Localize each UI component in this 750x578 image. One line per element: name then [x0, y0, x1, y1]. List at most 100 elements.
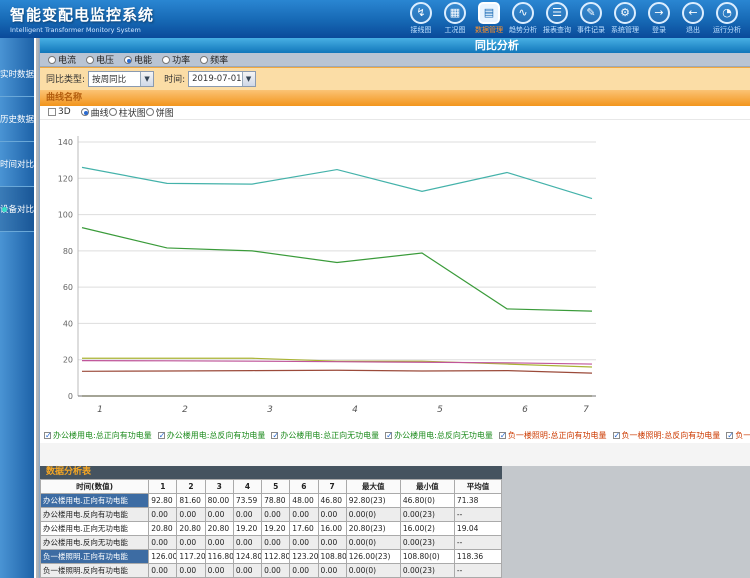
side-tab[interactable]: 设备对比	[0, 187, 34, 232]
table-row[interactable]: 办公楼用电.反向无功电能0.000.000.000.000.000.000.00…	[41, 536, 502, 550]
legend-label: 负一楼照明:总正向有功电量	[508, 430, 607, 441]
table-row[interactable]: 办公楼用电.正向无功电能20.8020.8020.8019.2019.2017.…	[41, 522, 502, 536]
table-cell: 19.20	[233, 522, 261, 536]
table-row[interactable]: 办公楼用电.反向有功电能0.000.000.000.000.000.000.00…	[41, 508, 502, 522]
table-row-label[interactable]: 负一楼照明.正向有功电能	[41, 550, 149, 564]
y-tick-label: 40	[63, 320, 73, 329]
nav-item-data-manage[interactable]: ▤数据管理	[472, 2, 506, 35]
analysis-panel: 同比分析 电流电压电能功率频率 同比类型: 按周同比 ▼ 时间: 2019-07…	[39, 38, 750, 578]
measure-option[interactable]: 电流	[48, 53, 76, 66]
chart-type-option[interactable]: 曲线	[81, 106, 109, 119]
table-row-label[interactable]: 办公楼用电.反向无功电能	[41, 536, 149, 550]
table-cell: 80.00	[205, 494, 233, 508]
legend-checkbox[interactable]	[499, 432, 506, 439]
table-header-cell: 时间(数值)	[41, 480, 149, 494]
3d-checkbox[interactable]: 3D	[48, 107, 71, 117]
table-row-label[interactable]: 办公楼用电.正向有功电能	[41, 494, 149, 508]
legend-checkbox[interactable]	[726, 432, 733, 439]
chart-type-option[interactable]: 柱状图	[109, 106, 146, 119]
x-tick-label: 1	[97, 405, 103, 415]
table-cell: 20.80(23)	[346, 522, 400, 536]
table-row[interactable]: 办公楼用电.正向有功电能92.8081.6080.0073.5978.8048.…	[41, 494, 502, 508]
legend-item[interactable]: 办公楼用电:总反向有功电量	[158, 430, 266, 441]
measure-option[interactable]: 频率	[200, 53, 228, 66]
system-manage-icon: ⚙	[614, 2, 636, 24]
top-nav: ↯接线图▦工况图▤数据管理∿趋势分析☰报表查询✎事件记录⚙系统管理→登录←退出◔…	[404, 0, 750, 38]
series-line	[82, 370, 592, 373]
table-cell: 118.36	[454, 550, 501, 564]
legend-checkbox[interactable]	[385, 432, 392, 439]
legend-checkbox[interactable]	[271, 432, 278, 439]
table-cell: 117.20	[177, 550, 205, 564]
run-analysis-icon: ◔	[716, 2, 738, 24]
measure-option[interactable]: 电能	[124, 53, 152, 66]
3d-checkbox-label: 3D	[58, 107, 71, 117]
legend-label: 办公楼用电:总反向有功电量	[167, 430, 266, 441]
chart-controls-row: 3D 曲线柱状图饼图	[40, 106, 750, 121]
data-analysis-table: 时间(数值)1234567最大值最小值平均值办公楼用电.正向有功电能92.808…	[40, 479, 502, 578]
nav-item-system-manage[interactable]: ⚙系统管理	[608, 2, 642, 35]
report-query-icon: ☰	[546, 2, 568, 24]
nav-item-status-diagram[interactable]: ▦工况图	[438, 2, 472, 35]
table-cell: 0.00	[262, 536, 290, 550]
chart-legend: 办公楼用电:总正向有功电量 办公楼用电:总反向有功电量办公楼用电:总正向无功电量办…	[40, 428, 750, 443]
legend-item[interactable]: 负一楼照明:总正向有功电量	[499, 430, 607, 441]
nav-item-report-query[interactable]: ☰报表查询	[540, 2, 574, 35]
measure-option-radio	[48, 56, 56, 64]
y-tick-label: 100	[58, 211, 73, 220]
measure-option[interactable]: 功率	[162, 53, 190, 66]
x-tick-label: 7	[583, 405, 589, 415]
table-cell: 0.00	[318, 508, 346, 522]
chart-type-option-label: 饼图	[156, 106, 174, 119]
nav-item-login[interactable]: →登录	[642, 2, 676, 35]
table-row-label[interactable]: 办公楼用电.正向无功电能	[41, 522, 149, 536]
panel-title: 同比分析	[40, 38, 750, 53]
table-cell: 0.00(0)	[346, 508, 400, 522]
table-cell: 0.00(0)	[346, 536, 400, 550]
chart-type-option-label: 柱状图	[119, 106, 146, 119]
legend-item[interactable]: 办公楼用电:总反向无功电量	[385, 430, 493, 441]
series-line	[82, 168, 592, 199]
table-cell: 20.80	[149, 522, 177, 536]
measure-option[interactable]: 电压	[86, 53, 114, 66]
side-tab[interactable]: 实时数据	[0, 52, 34, 97]
nav-item-wiring-diagram[interactable]: ↯接线图	[404, 2, 438, 35]
nav-item-label: 运行分析	[713, 25, 741, 35]
legend-checkbox[interactable]	[158, 432, 165, 439]
table-cell: 48.00	[290, 494, 318, 508]
time-select[interactable]: 2019-07-01 ▼	[188, 71, 255, 87]
side-tab[interactable]: 时间对比	[0, 142, 34, 187]
table-row[interactable]: 负一楼照明.正向有功电能126.00117.20116.80124.80112.…	[41, 550, 502, 564]
table-header-cell: 5	[262, 480, 290, 494]
nav-item-event-record[interactable]: ✎事件记录	[574, 2, 608, 35]
side-tab[interactable]: 历史数据	[0, 97, 34, 142]
table-header-cell: 3	[205, 480, 233, 494]
table-cell: 16.00	[318, 522, 346, 536]
legend-checkbox[interactable]	[613, 432, 620, 439]
nav-item-trend-analysis[interactable]: ∿趋势分析	[506, 2, 540, 35]
chart-type-option[interactable]: 饼图	[146, 106, 174, 119]
legend-item[interactable]: 办公楼用电:总正向有功电量	[44, 430, 152, 441]
nav-item-logout[interactable]: ←退出	[676, 2, 710, 35]
table-cell: 0.00	[233, 564, 261, 578]
nav-item-label: 事件记录	[577, 25, 605, 35]
table-row-label[interactable]: 办公楼用电.反向有功电能	[41, 508, 149, 522]
table-header-cell: 2	[177, 480, 205, 494]
nav-item-run-analysis[interactable]: ◔运行分析	[710, 2, 744, 35]
trend-analysis-icon: ∿	[512, 2, 534, 24]
table-row[interactable]: 负一楼照明.反向有功电能0.000.000.000.000.000.000.00…	[41, 564, 502, 578]
legend-item[interactable]: 办公楼用电:总正向无功电量	[271, 430, 379, 441]
table-section-header: 数据分析表	[40, 466, 502, 479]
time-value: 2019-07-01	[192, 74, 241, 84]
legend-checkbox[interactable]	[44, 432, 51, 439]
table-cell: 19.04	[454, 522, 501, 536]
table-cell: 0.00	[177, 508, 205, 522]
x-tick-label: 2	[182, 405, 188, 415]
spacer-band	[40, 443, 750, 466]
nav-item-label: 趋势分析	[509, 25, 537, 35]
legend-item[interactable]: 负一楼照明:总正向无功电量	[726, 430, 750, 441]
legend-item[interactable]: 负一楼照明:总反向有功电量	[613, 430, 721, 441]
active-tab-dot	[2, 207, 7, 212]
compare-type-select[interactable]: 按周同比 ▼	[88, 71, 154, 87]
table-row-label[interactable]: 负一楼照明.反向有功电能	[41, 564, 149, 578]
